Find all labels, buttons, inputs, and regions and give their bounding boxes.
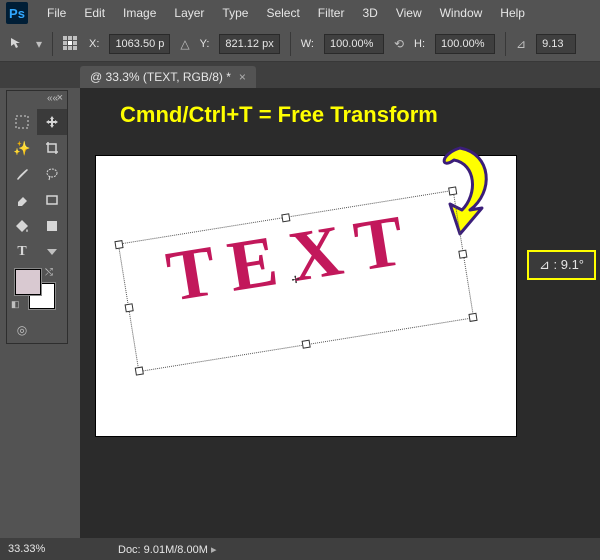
eraser-tool-icon[interactable]	[7, 187, 37, 213]
transform-handle-mr[interactable]	[458, 250, 467, 259]
menu-filter[interactable]: Filter	[311, 4, 352, 22]
menu-layer[interactable]: Layer	[167, 4, 211, 22]
swap-xy-icon[interactable]: △	[180, 37, 189, 51]
angle-field[interactable]: 9.13	[536, 34, 576, 54]
magic-wand-tool-icon[interactable]: ✨	[7, 135, 37, 161]
transform-center-icon[interactable]: ✢	[290, 275, 301, 286]
dropdown-tool-icon[interactable]	[37, 239, 67, 265]
move-tool-icon[interactable]	[37, 109, 67, 135]
transform-handle-br[interactable]	[468, 313, 477, 322]
x-label: X:	[89, 38, 99, 50]
shape-tool-icon[interactable]	[37, 213, 67, 239]
canvas-area: TEXT ✢	[80, 88, 600, 538]
y-field[interactable]: 821.12 px	[219, 34, 279, 54]
transform-handle-bl[interactable]	[135, 366, 144, 375]
crop-tool-icon[interactable]	[37, 135, 67, 161]
rotation-angle-tooltip: ⊿ : 9.1°	[527, 250, 596, 280]
close-tab-icon[interactable]: ×	[239, 70, 246, 84]
close-panel-icon[interactable]: ×	[57, 92, 63, 104]
tutorial-annotation: Cmnd/Ctrl+T = Free Transform	[120, 102, 438, 128]
menu-image[interactable]: Image	[116, 4, 163, 22]
transform-handle-tr[interactable]	[448, 186, 457, 195]
menu-type[interactable]: Type	[215, 4, 255, 22]
menu-bar: Ps File Edit Image Layer Type Select Fil…	[0, 0, 600, 26]
tools-panel[interactable]: «« × ✨	[6, 90, 68, 344]
doc-info-text: Doc: 9.01M/8.00M	[118, 544, 208, 556]
document-tab[interactable]: @ 33.3% (TEXT, RGB/8) * ×	[80, 66, 256, 88]
h-label: H:	[414, 38, 425, 50]
color-swatches: ⤭ ◧	[7, 265, 67, 317]
transform-handle-tl[interactable]	[114, 240, 123, 249]
reference-point-grid-icon[interactable]	[63, 36, 79, 52]
tools-panel-footer: ◎	[7, 317, 67, 343]
w-field[interactable]: 100.00%	[324, 34, 384, 54]
status-bar: 33.33% Doc: 9.01M/8.00M ▸	[0, 538, 600, 560]
quick-mask-icon[interactable]: ◎	[7, 317, 37, 343]
link-wh-icon[interactable]: ⟲	[394, 37, 404, 51]
separator	[52, 32, 53, 56]
separator	[505, 32, 506, 56]
options-bar: ▾ X: 1063.50 p △ Y: 821.12 px W: 100.00%…	[0, 26, 600, 62]
menu-select[interactable]: Select	[259, 4, 306, 22]
menu-view[interactable]: View	[389, 4, 429, 22]
brush-tool-icon[interactable]	[7, 161, 37, 187]
artboard[interactable]: TEXT ✢	[96, 156, 516, 436]
paint-bucket-tool-icon[interactable]	[7, 213, 37, 239]
lasso-tool-icon[interactable]	[37, 161, 67, 187]
app-logo: Ps	[6, 2, 28, 24]
swap-colors-icon[interactable]: ⤭	[45, 267, 53, 278]
h-field[interactable]: 100.00%	[435, 34, 495, 54]
document-tabs: @ 33.3% (TEXT, RGB/8) * ×	[0, 62, 600, 88]
default-colors-icon[interactable]: ◧	[11, 299, 20, 310]
marquee-tool-icon[interactable]	[7, 109, 37, 135]
rectangle-tool-icon[interactable]	[37, 187, 67, 213]
foreground-color-swatch[interactable]	[15, 269, 41, 295]
free-transform-layer[interactable]: TEXT ✢	[118, 190, 474, 372]
tools-grid: ✨ T	[7, 109, 67, 265]
tools-panel-header[interactable]: «« ×	[7, 91, 67, 109]
angle-icon: ⊿	[516, 37, 526, 51]
transform-handle-bm[interactable]	[302, 340, 311, 349]
separator	[290, 32, 291, 56]
menu-help[interactable]: Help	[493, 4, 532, 22]
menu-3d[interactable]: 3D	[355, 4, 384, 22]
transform-bounding-box[interactable]: ✢	[118, 190, 474, 372]
zoom-level[interactable]: 33.33%	[8, 543, 78, 555]
document-tab-title: @ 33.3% (TEXT, RGB/8) *	[90, 70, 231, 84]
app-window: Ps File Edit Image Layer Type Select Fil…	[0, 0, 600, 560]
transform-handle-tm[interactable]	[281, 213, 290, 222]
menu-edit[interactable]: Edit	[77, 4, 112, 22]
w-label: W:	[301, 38, 314, 50]
x-field[interactable]: 1063.50 p	[109, 34, 170, 54]
menu-window[interactable]: Window	[433, 4, 490, 22]
move-tool-icon[interactable]	[8, 35, 26, 53]
transform-handle-ml[interactable]	[125, 303, 134, 312]
type-tool-icon[interactable]: T	[7, 239, 37, 265]
tool-preset-dropdown-icon[interactable]: ▾	[36, 37, 42, 51]
doc-info-dropdown-icon[interactable]: ▸	[211, 544, 217, 556]
doc-info[interactable]: Doc: 9.01M/8.00M ▸	[118, 543, 216, 556]
menu-file[interactable]: File	[40, 4, 73, 22]
y-label: Y:	[200, 38, 210, 50]
